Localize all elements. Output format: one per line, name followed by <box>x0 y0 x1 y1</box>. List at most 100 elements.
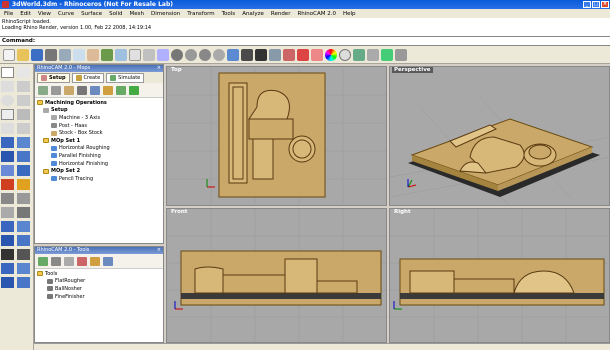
boolean-icon[interactable] <box>1 179 14 190</box>
viewport-label-front[interactable]: Front <box>169 209 190 215</box>
menu-rhinocam[interactable]: RhinoCAM 2.0 <box>297 11 336 17</box>
copy-icon[interactable] <box>73 48 85 61</box>
properties-icon[interactable] <box>283 48 295 61</box>
freeform-icon[interactable] <box>1 123 14 134</box>
extrude-icon[interactable] <box>1 277 14 288</box>
pan-icon[interactable] <box>143 48 155 61</box>
wireframe-icon[interactable] <box>297 48 309 61</box>
tree-node-tool[interactable]: BallNosher <box>37 285 161 293</box>
options-icon[interactable] <box>367 48 379 61</box>
sphere-icon[interactable] <box>17 151 30 162</box>
paste-icon[interactable] <box>87 48 99 61</box>
stock-icon[interactable] <box>64 85 74 95</box>
scale-icon[interactable] <box>17 207 30 218</box>
tree-node-tool[interactable]: FlatRougher <box>37 278 161 286</box>
text-icon[interactable] <box>17 123 30 134</box>
tree-node-horizontal-finishing[interactable]: Horizontal Finishing <box>37 160 161 168</box>
select-icon[interactable] <box>129 48 141 61</box>
machine-icon[interactable] <box>38 85 48 95</box>
explode-icon[interactable] <box>17 179 30 190</box>
tab-setup[interactable]: Setup <box>37 72 70 83</box>
cut-icon[interactable] <box>59 48 71 61</box>
menu-surface[interactable]: Surface <box>81 11 102 17</box>
new-file-icon[interactable] <box>3 48 15 61</box>
loft-icon[interactable] <box>17 137 30 148</box>
move-icon[interactable] <box>1 193 14 204</box>
menu-transform[interactable]: Transform <box>187 11 214 17</box>
tree-node-mopset1[interactable]: MOp Set 1 <box>37 137 161 145</box>
rendered-sphere-icon[interactable] <box>339 48 351 61</box>
tool-library-icon[interactable] <box>64 256 74 266</box>
menu-curve[interactable]: Curve <box>58 11 74 17</box>
generate-icon[interactable] <box>116 85 126 95</box>
tree-node-setup[interactable]: Setup <box>37 107 161 115</box>
circle-icon[interactable] <box>1 95 14 106</box>
zoom-icon[interactable] <box>171 48 183 61</box>
menu-file[interactable]: File <box>4 11 13 17</box>
tree-node-tool[interactable]: FineFinisher <box>37 293 161 301</box>
array-icon[interactable] <box>17 221 30 232</box>
tab-simulate[interactable]: Simulate <box>106 72 145 83</box>
trim-icon[interactable] <box>1 235 14 246</box>
tab-create[interactable]: Create <box>71 72 105 83</box>
curve-icon[interactable] <box>17 81 30 92</box>
help-icon[interactable] <box>395 48 407 61</box>
save-tools-icon[interactable] <box>103 256 113 266</box>
rectangle-icon[interactable] <box>1 109 14 120</box>
cylinder-icon[interactable] <box>1 165 14 176</box>
panel-close-icon[interactable]: × <box>157 65 161 72</box>
delete-tool-icon[interactable] <box>77 256 87 266</box>
point-icon[interactable] <box>17 67 30 78</box>
open-folder-icon[interactable] <box>17 48 29 61</box>
menu-help[interactable]: Help <box>343 11 356 17</box>
viewport-label-right[interactable]: Right <box>392 209 413 215</box>
save-icon[interactable] <box>31 48 43 61</box>
revolve-icon[interactable] <box>17 277 30 288</box>
feeds-icon[interactable] <box>90 85 100 95</box>
copy-object-icon[interactable] <box>17 193 30 204</box>
undo-icon[interactable] <box>101 48 113 61</box>
box-icon[interactable] <box>1 151 14 162</box>
dimension-icon[interactable] <box>1 263 14 274</box>
rotate-icon[interactable] <box>1 207 14 218</box>
rotate-view-icon[interactable] <box>157 48 169 61</box>
layer-icon[interactable] <box>269 48 281 61</box>
light-icon[interactable] <box>381 48 393 61</box>
tree-node-stock[interactable]: Stock - Box Stock <box>37 129 161 137</box>
grid-icon[interactable] <box>241 48 253 61</box>
cplane-icon[interactable] <box>255 48 267 61</box>
viewport-perspective[interactable]: Perspective <box>389 66 610 206</box>
viewport-top[interactable]: Top <box>166 66 387 206</box>
menu-solid[interactable]: Solid <box>109 11 122 17</box>
tree-node-parallel-finishing[interactable]: Parallel Finishing <box>37 152 161 160</box>
menu-tools[interactable]: Tools <box>222 11 236 17</box>
polyline-icon[interactable] <box>1 81 14 92</box>
tree-node-post[interactable]: Post - Haas <box>37 122 161 130</box>
menu-view[interactable]: View <box>38 11 51 17</box>
join-icon[interactable] <box>1 249 14 260</box>
viewport-front[interactable]: Front <box>166 208 387 343</box>
print-icon[interactable] <box>45 48 57 61</box>
redo-icon[interactable] <box>115 48 127 61</box>
maximize-button[interactable]: □ <box>592 1 600 8</box>
panel-close-icon[interactable]: × <box>157 247 161 254</box>
analyze-icon[interactable] <box>17 263 30 274</box>
minimize-button[interactable]: _ <box>583 1 591 8</box>
viewport-label-perspective[interactable]: Perspective <box>392 67 433 73</box>
menu-edit[interactable]: Edit <box>20 11 31 17</box>
close-button[interactable]: × <box>601 1 609 8</box>
arc-icon[interactable] <box>17 95 30 106</box>
tree-node-root[interactable]: Machining Operations <box>37 99 161 107</box>
post-icon[interactable] <box>51 85 61 95</box>
menu-mesh[interactable]: Mesh <box>130 11 144 17</box>
command-prompt[interactable]: Command: <box>0 37 610 46</box>
polygon-icon[interactable] <box>17 109 30 120</box>
tree-node-horizontal-roughing[interactable]: Horizontal Roughing <box>37 145 161 153</box>
menu-analyze[interactable]: Analyze <box>242 11 264 17</box>
shaded-icon[interactable] <box>311 48 323 61</box>
four-view-icon[interactable] <box>227 48 239 61</box>
zoom-selected-icon[interactable] <box>213 48 225 61</box>
tree-node-machine[interactable]: Machine - 3 Axis <box>37 114 161 122</box>
edit-tool-icon[interactable] <box>51 256 61 266</box>
fillet-icon[interactable] <box>17 249 30 260</box>
